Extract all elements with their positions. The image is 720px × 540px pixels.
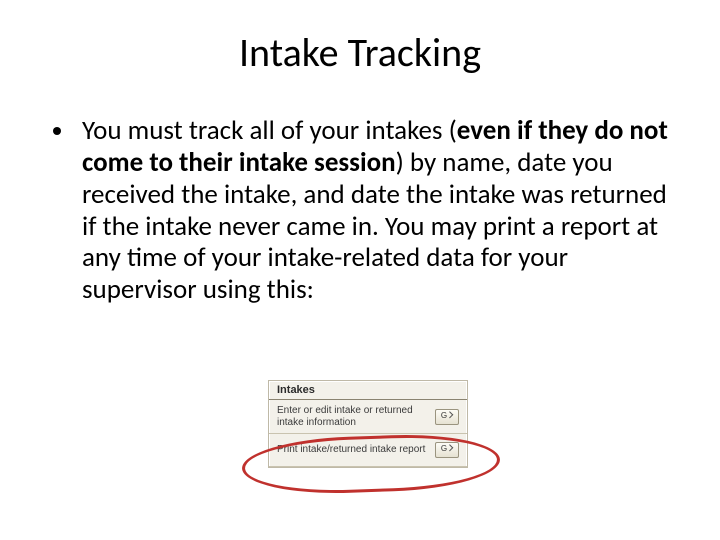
panel-row-print-report[interactable]: Print intake/returned intake report G: [269, 434, 467, 467]
bullet-1: You must track all of your intakes (even…: [76, 115, 670, 306]
panel-row-print-label: Print intake/returned intake report: [277, 444, 429, 456]
go-button[interactable]: G: [435, 442, 459, 458]
bullet-1-pre: You must track all of your intakes (: [82, 114, 457, 147]
intakes-panel: Intakes Enter or edit intake or returned…: [268, 380, 468, 468]
panel-row-edit-label: Enter or edit intake or returned intake …: [277, 405, 429, 428]
intakes-panel-header: Intakes: [269, 381, 467, 400]
slide: Intake Tracking You must track all of yo…: [0, 0, 720, 540]
slide-title: Intake Tracking: [0, 0, 720, 77]
go-button[interactable]: G: [435, 409, 459, 425]
body-list: You must track all of your intakes (even…: [50, 115, 670, 306]
panel-row-edit-intake[interactable]: Enter or edit intake or returned intake …: [269, 400, 467, 434]
